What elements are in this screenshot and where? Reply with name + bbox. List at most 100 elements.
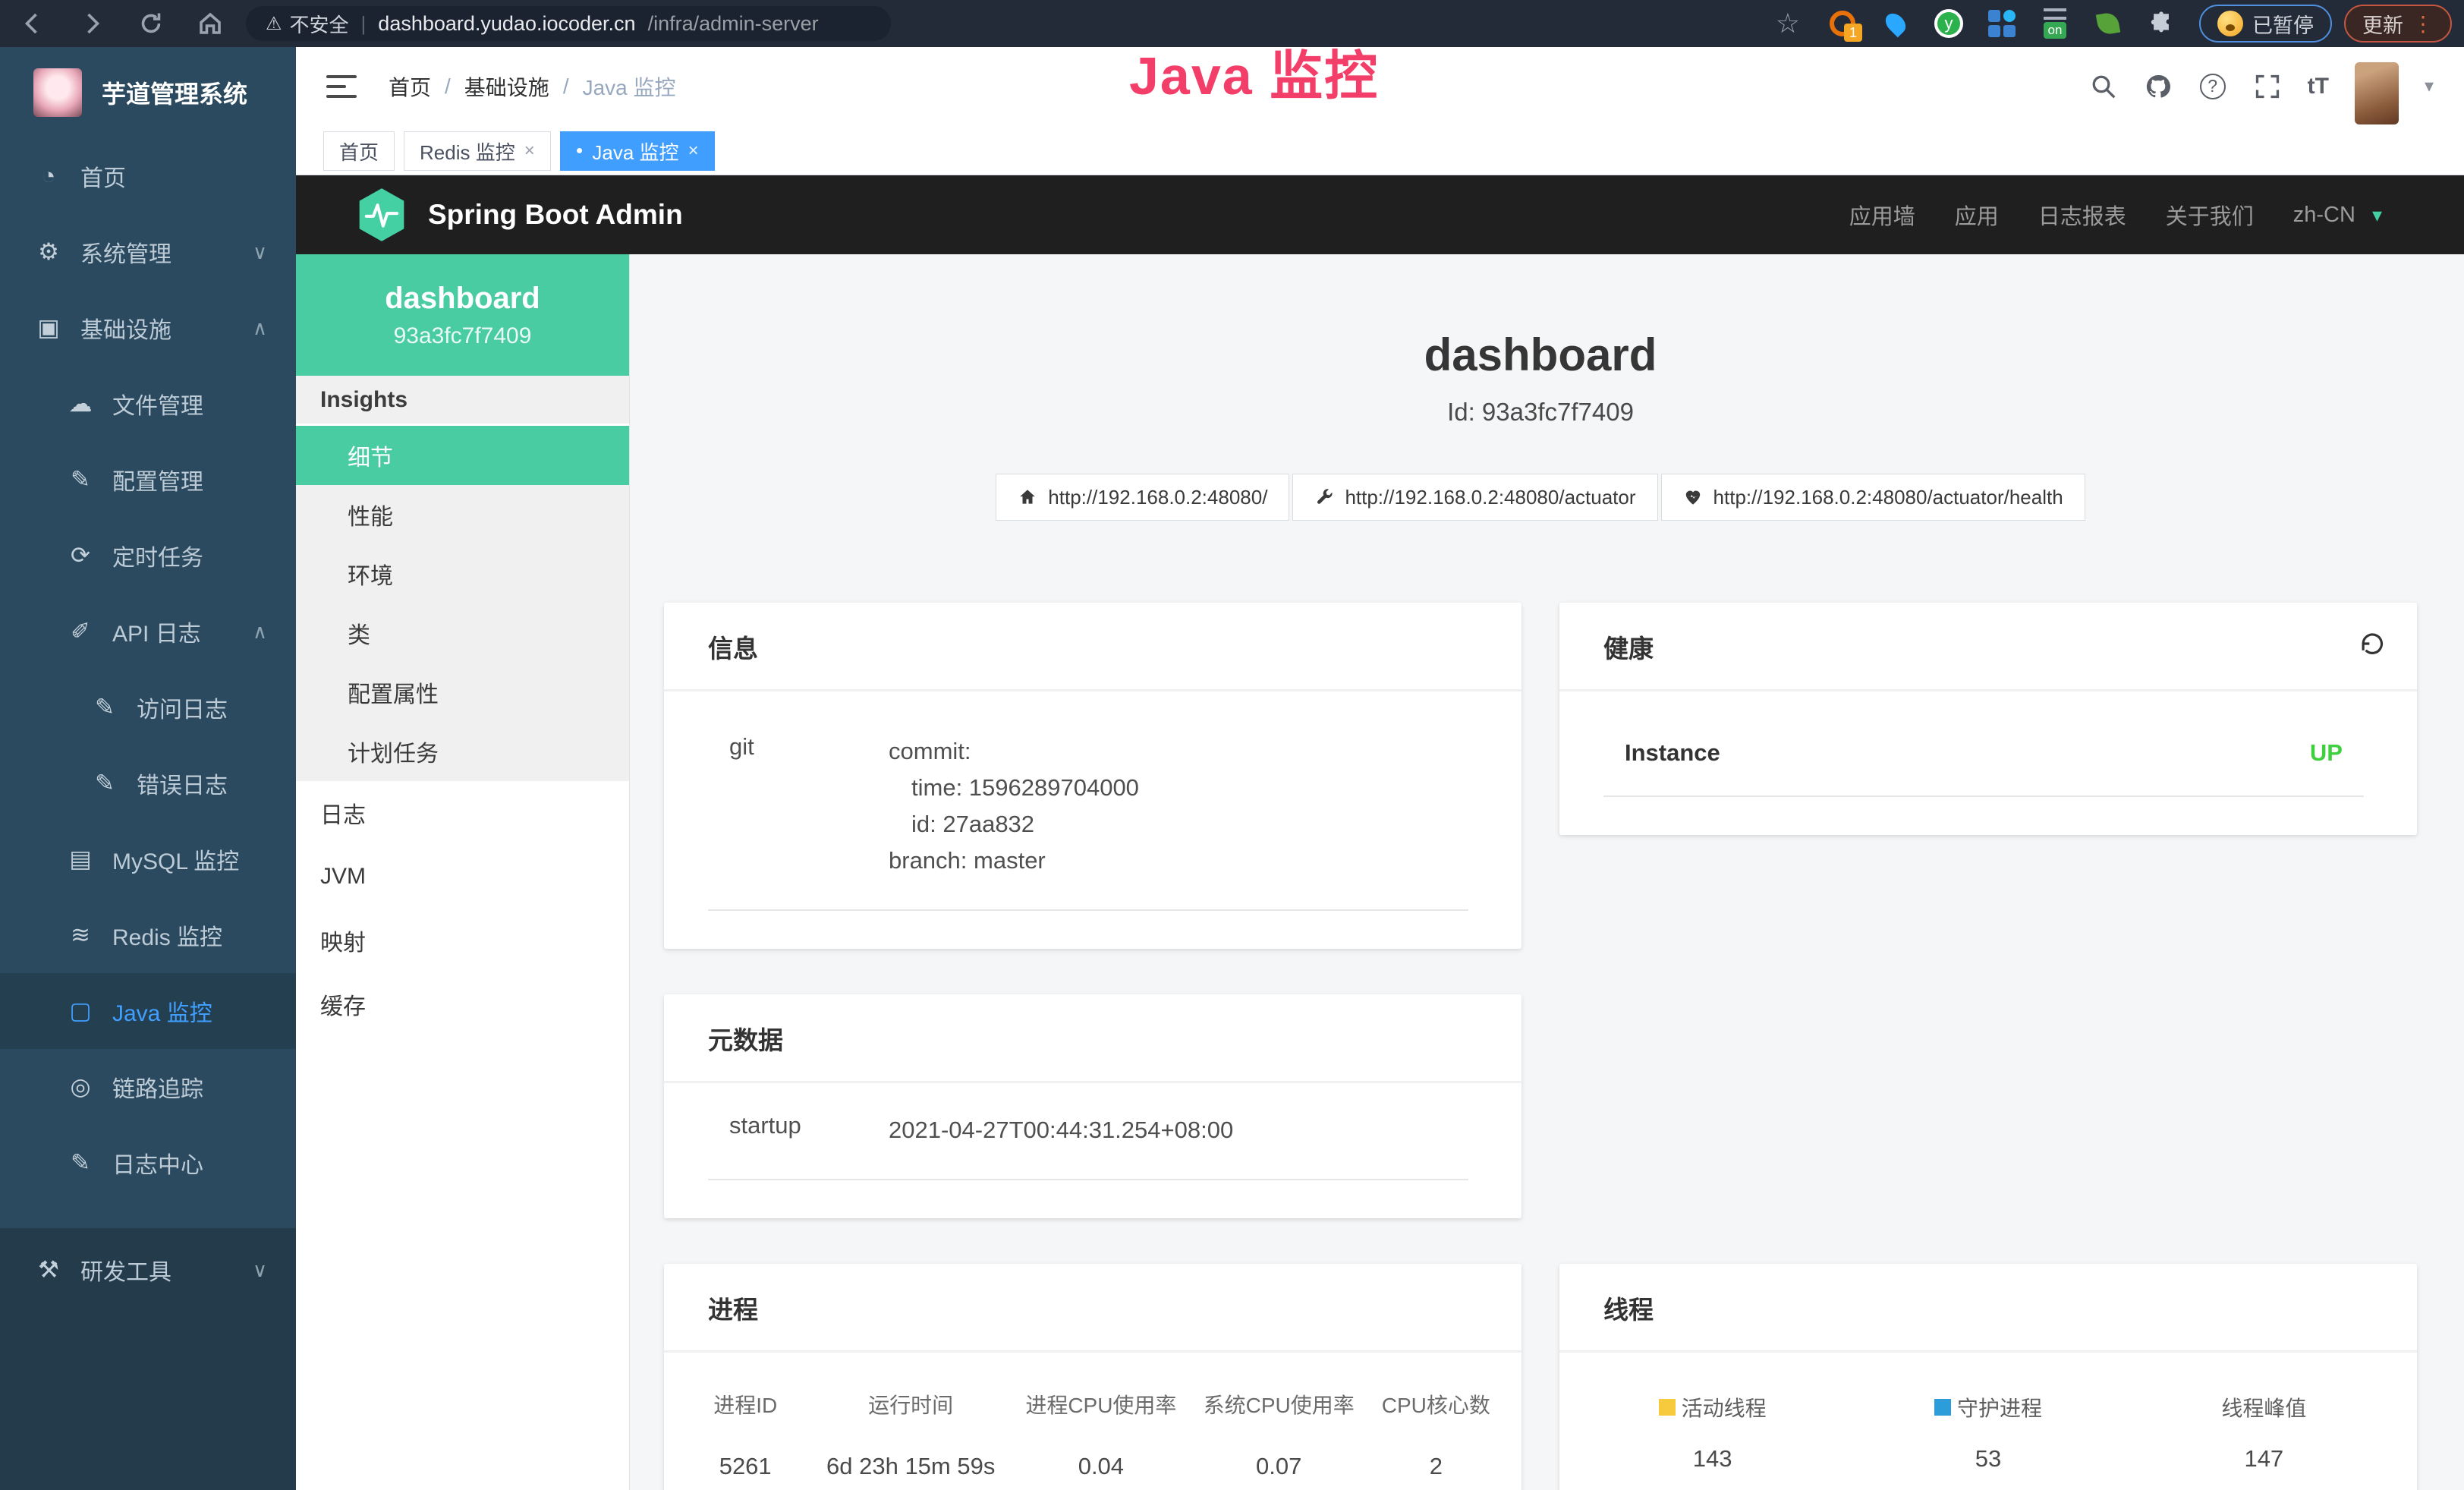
monitor-icon: ▣ — [30, 314, 67, 342]
breadcrumb-infra[interactable]: 基础设施 — [464, 71, 549, 102]
tab-redis-monitor[interactable]: Redis 监控 × — [404, 131, 551, 171]
sidebar-item-mysql-monitor[interactable]: ▤ MySQL 监控 — [0, 821, 296, 897]
page-subtitle-id: Id: 93a3fc7f7409 — [664, 398, 2417, 427]
menu-fold-icon[interactable] — [326, 75, 357, 98]
address-bar[interactable]: ⚠ 不安全 | dashboard.yudao.iocoder.cn/infra… — [246, 6, 891, 41]
sba-language-select[interactable]: zh-CN — [2293, 203, 2355, 228]
value-pid: 5261 — [679, 1453, 811, 1480]
instance-content: dashboard Id: 93a3fc7f7409 http://192.16… — [630, 254, 2464, 1490]
sidebar-item-redis-monitor[interactable]: ≋ Redis 监控 — [0, 897, 296, 973]
instance-item-logs[interactable]: 日志 — [296, 781, 629, 845]
sba-nav-applications[interactable]: 应用 — [1955, 199, 1999, 231]
extension-grid-icon[interactable] — [1987, 8, 2017, 39]
sidebar-item-java-monitor[interactable]: ▢ Java 监控 — [0, 973, 296, 1049]
github-icon[interactable] — [2144, 72, 2173, 101]
insight-item-metrics[interactable]: 性能 — [296, 485, 629, 544]
insight-item-details[interactable]: 细节 — [296, 426, 629, 485]
app-sidebar: 芋道管理系统 ◔ 首页 ⚙ 系统管理 ∨ ▣ 基础设施 ∧ ☁ 文件管理 ✎ 配… — [0, 47, 296, 1490]
breadcrumb-home[interactable]: 首页 — [389, 71, 431, 102]
security-chip[interactable]: ⚠ 不安全 — [266, 10, 349, 38]
tools-icon: ⚒ — [30, 1256, 67, 1284]
insight-item-environment[interactable]: 环境 — [296, 544, 629, 603]
browser-menu-icon[interactable]: ⋮ — [2412, 11, 2434, 36]
update-button[interactable]: 更新 ⋮ — [2344, 5, 2452, 43]
app-logo[interactable]: 芋道管理系统 — [0, 47, 296, 138]
insight-item-config-props[interactable]: 配置属性 — [296, 663, 629, 722]
insight-item-scheduled-tasks[interactable]: 计划任务 — [296, 722, 629, 781]
sidebar-item-error-logs[interactable]: ✎ 错误日志 — [0, 745, 296, 821]
tab-bar: 首页 Redis 监控 × ● Java 监控 × — [296, 125, 2464, 175]
search-icon[interactable] — [2089, 72, 2118, 101]
paused-chip[interactable]: 已暂停 — [2199, 5, 2332, 43]
sidebar-item-dev-tools[interactable]: ⚒ 研发工具 ∨ — [0, 1228, 296, 1312]
col-header-cpu-cores: CPU核心数 — [1366, 1389, 1506, 1419]
sidebar-item-config-management[interactable]: ✎ 配置管理 — [0, 442, 296, 518]
threads-card-title: 线程 — [1603, 1290, 1654, 1326]
bookmark-star-icon[interactable]: ☆ — [1776, 8, 1800, 39]
browser-reload-icon[interactable] — [137, 9, 165, 38]
process-card: 进程 进程ID 运行时间 进程CPU使用率 系统CPU使用率 CPU核心数 52… — [664, 1264, 1522, 1490]
emoji-face-icon — [2217, 11, 2243, 36]
sidebar-item-api-logs[interactable]: ✐ API 日志 ∧ — [0, 594, 296, 669]
sidebar-item-tracing[interactable]: ◎ 链路追踪 — [0, 1049, 296, 1125]
extension-on-icon[interactable]: on — [2040, 8, 2070, 39]
extension-orange-icon[interactable]: 1 — [1827, 8, 1858, 39]
sidebar-item-system[interactable]: ⚙ 系统管理 ∨ — [0, 214, 296, 290]
info-row-git: git commit: time: 1596289704000 id: 27aa… — [708, 718, 1468, 911]
url-path: /infra/admin-server — [648, 12, 819, 36]
user-caret-icon[interactable]: ▾ — [2425, 75, 2434, 97]
browser-forward-icon[interactable] — [77, 9, 106, 38]
instance-item-caches[interactable]: 缓存 — [296, 972, 629, 1036]
eye-icon: ◎ — [62, 1073, 99, 1101]
sidebar-item-log-center[interactable]: ✎ 日志中心 — [0, 1125, 296, 1201]
extension-pin-icon[interactable] — [1880, 8, 1911, 39]
history-icon[interactable] — [2358, 629, 2387, 664]
metadata-row-value: 2021-04-27T00:44:31.254+08:00 — [889, 1112, 1233, 1148]
health-row-label: Instance — [1625, 739, 1720, 767]
extensions-puzzle-icon[interactable] — [2146, 8, 2176, 39]
chevron-down-icon: ∨ — [253, 241, 267, 264]
sidebar-item-infrastructure[interactable]: ▣ 基础设施 ∧ — [0, 290, 296, 366]
legend-swatch-live — [1659, 1399, 1676, 1416]
tab-home[interactable]: 首页 — [323, 131, 395, 171]
browser-back-icon[interactable] — [18, 9, 47, 38]
sidebar-item-home[interactable]: ◔ 首页 — [0, 138, 296, 214]
extension-leaf-icon[interactable] — [2093, 8, 2123, 39]
instance-item-mappings[interactable]: 映射 — [296, 909, 629, 972]
sba-brand[interactable]: Spring Boot Admin — [428, 199, 683, 231]
page-title: dashboard — [664, 329, 2417, 381]
close-icon[interactable]: × — [524, 140, 535, 162]
sba-nav-journal[interactable]: 日志报表 — [2038, 199, 2126, 231]
table-icon: ▤ — [62, 846, 99, 873]
instance-home-link[interactable]: http://192.168.0.2:48080/ — [996, 474, 1289, 521]
edit-icon: ✎ — [62, 466, 99, 493]
chevron-down-icon: ∨ — [253, 1258, 267, 1282]
close-icon[interactable]: × — [688, 140, 699, 162]
browser-home-icon[interactable] — [196, 9, 225, 38]
extension-green-icon[interactable]: y — [1934, 8, 1964, 39]
info-card-title: 信息 — [708, 628, 758, 665]
sba-nav-about[interactable]: 关于我们 — [2166, 199, 2254, 231]
legend-label-peak: 线程峰值 — [2221, 1392, 2306, 1422]
instance-name: dashboard — [385, 282, 540, 316]
instance-item-jvm[interactable]: JVM — [296, 845, 629, 909]
health-card-title: 健康 — [1603, 628, 1654, 665]
font-size-icon[interactable]: tT — [2308, 74, 2329, 99]
sidebar-item-scheduled-jobs[interactable]: ⟳ 定时任务 — [0, 518, 296, 594]
insight-item-classes[interactable]: 类 — [296, 603, 629, 663]
legend-value-daemon: 53 — [1850, 1445, 2126, 1473]
app-title: 芋道管理系统 — [102, 75, 247, 110]
sidebar-item-access-logs[interactable]: ✎ 访问日志 — [0, 669, 296, 745]
sba-nav-wallboard[interactable]: 应用墙 — [1849, 199, 1915, 231]
git-branch-line: branch: master — [889, 843, 1139, 879]
instance-actuator-link[interactable]: http://192.168.0.2:48080/actuator — [1292, 474, 1657, 521]
help-icon[interactable]: ? — [2198, 72, 2227, 101]
sidebar-item-file-management[interactable]: ☁ 文件管理 — [0, 366, 296, 442]
language-caret-icon[interactable]: ▾ — [2372, 203, 2382, 227]
tab-java-monitor[interactable]: ● Java 监控 × — [560, 131, 715, 171]
sba-logo-icon — [357, 187, 407, 243]
user-avatar[interactable] — [2355, 62, 2399, 124]
instance-health-link[interactable]: http://192.168.0.2:48080/actuator/health — [1661, 474, 2085, 521]
history-icon: ⟳ — [62, 542, 99, 569]
fullscreen-icon[interactable] — [2253, 72, 2282, 101]
